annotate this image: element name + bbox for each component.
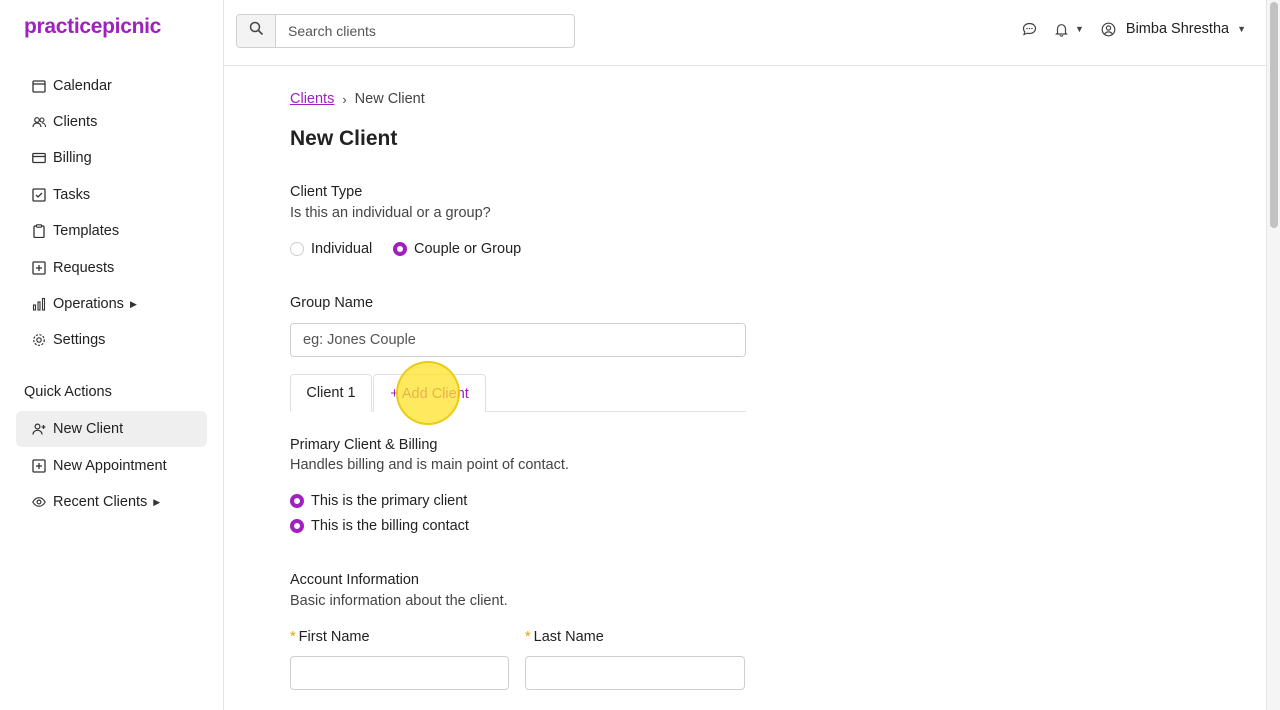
group-name-input[interactable] [290, 323, 746, 357]
notifications-dropdown-icon[interactable]: ▼ [1075, 24, 1084, 34]
sidebar-item-label: Clients [53, 114, 98, 130]
primary-section-help: Handles billing and is main point of con… [290, 457, 569, 473]
couple-group-label: Couple or Group [414, 241, 522, 257]
plus-square-icon [32, 459, 46, 473]
breadcrumb-clients-link[interactable]: Clients [290, 91, 334, 107]
quick-action-recent-clients[interactable]: Recent Clients ▶ [16, 484, 207, 520]
sidebar-item-settings[interactable]: Settings [16, 322, 207, 358]
primary-client-option[interactable]: This is the primary client [290, 493, 467, 509]
quick-action-label: Recent Clients [53, 494, 148, 510]
bar-chart-icon [32, 297, 46, 311]
group-name-label: Group Name [290, 295, 374, 311]
sidebar-item-clients[interactable]: Clients [16, 104, 207, 140]
sidebar-item-calendar[interactable]: Calendar [16, 68, 207, 104]
required-marker: * [290, 629, 296, 645]
chat-icon[interactable] [1021, 20, 1039, 38]
quick-actions-title: Quick Actions [24, 384, 112, 400]
bell-icon[interactable] [1053, 20, 1071, 38]
search-input[interactable] [276, 15, 574, 47]
sidebar-item-label: Templates [53, 223, 120, 239]
sidebar-item-tasks[interactable]: Tasks [16, 177, 207, 213]
couple-group-radio[interactable] [393, 242, 407, 256]
primary-client-radio[interactable] [290, 494, 304, 508]
page-scrollbar[interactable] [1266, 0, 1280, 710]
sidebar-item-label: Requests [53, 260, 115, 276]
user-plus-icon [32, 422, 46, 436]
breadcrumb-current: New Client [354, 91, 425, 107]
sidebar-item-templates[interactable]: Templates [16, 213, 207, 249]
last-name-label: * Last Name [525, 629, 604, 645]
client-type-individual-option[interactable]: Individual [290, 241, 372, 257]
sidebar-item-label: Billing [53, 150, 92, 166]
billing-contact-option[interactable]: This is the billing contact [290, 518, 469, 534]
first-name-input[interactable] [290, 656, 509, 690]
account-info-help: Basic information about the client. [290, 593, 508, 609]
tab-client-1[interactable]: Client 1 [290, 374, 372, 412]
top-header: ▼ Bimba Shrestha ▼ [224, 0, 1266, 66]
chevron-right-icon: › [342, 91, 347, 107]
account-info-label: Account Information [290, 572, 419, 588]
app-logo[interactable]: practicepicnic [24, 15, 161, 39]
quick-action-label: New Client [53, 421, 124, 437]
gear-icon [32, 333, 46, 347]
primary-client-label: This is the primary client [311, 493, 468, 509]
first-name-label: * First Name [290, 629, 370, 645]
last-name-label-text: Last Name [533, 629, 604, 645]
sidebar-item-label: Tasks [53, 187, 91, 203]
sidebar-item-label: Settings [53, 332, 106, 348]
client-type-label: Client Type [290, 184, 363, 200]
billing-contact-label: This is the billing contact [311, 518, 469, 534]
scrollbar-thumb[interactable] [1270, 2, 1278, 228]
breadcrumb: Clients › New Client [290, 91, 425, 107]
calendar-icon [32, 79, 46, 93]
credit-card-icon [32, 151, 46, 165]
sidebar-item-operations[interactable]: Operations ▶ [16, 286, 207, 322]
search-icon [249, 21, 264, 41]
search-button[interactable] [237, 15, 276, 47]
primary-section-label: Primary Client & Billing [290, 437, 438, 453]
client-type-group-option[interactable]: Couple or Group [393, 241, 521, 257]
individual-label: Individual [311, 241, 373, 257]
header-actions: ▼ Bimba Shrestha ▼ [1021, 20, 1246, 38]
client-tabs: Client 1 + Add Client [290, 374, 746, 412]
sidebar: practicepicnic Calendar Clients Billing … [0, 0, 224, 710]
caret-right-icon: ▶ [153, 496, 161, 507]
first-name-label-text: First Name [298, 629, 370, 645]
client-type-help: Is this an individual or a group? [290, 205, 491, 221]
search-bar [236, 14, 575, 48]
last-name-input[interactable] [525, 656, 745, 690]
eye-icon [32, 495, 46, 509]
checkbox-icon [32, 188, 46, 202]
page-title: New Client [290, 127, 398, 150]
caret-right-icon: ▶ [129, 298, 137, 309]
sidebar-item-label: Calendar [53, 78, 112, 94]
user-circle-icon[interactable] [1100, 20, 1118, 38]
sidebar-item-label: Operations [53, 296, 124, 312]
billing-contact-radio[interactable] [290, 519, 304, 533]
quick-action-label: New Appointment [53, 458, 167, 474]
user-menu-dropdown-icon[interactable]: ▼ [1237, 24, 1246, 34]
plus-square-icon [32, 261, 46, 275]
user-name[interactable]: Bimba Shrestha [1126, 21, 1229, 37]
quick-action-new-client[interactable]: New Client [16, 411, 207, 447]
sidebar-item-requests[interactable]: Requests [16, 250, 207, 286]
quick-action-new-appointment[interactable]: New Appointment [16, 448, 207, 484]
users-icon [32, 115, 46, 129]
sidebar-item-billing[interactable]: Billing [16, 140, 207, 176]
clipboard-icon [32, 224, 46, 238]
add-client-tab[interactable]: + Add Client [373, 374, 486, 412]
required-marker: * [525, 629, 531, 645]
individual-radio[interactable] [290, 242, 304, 256]
